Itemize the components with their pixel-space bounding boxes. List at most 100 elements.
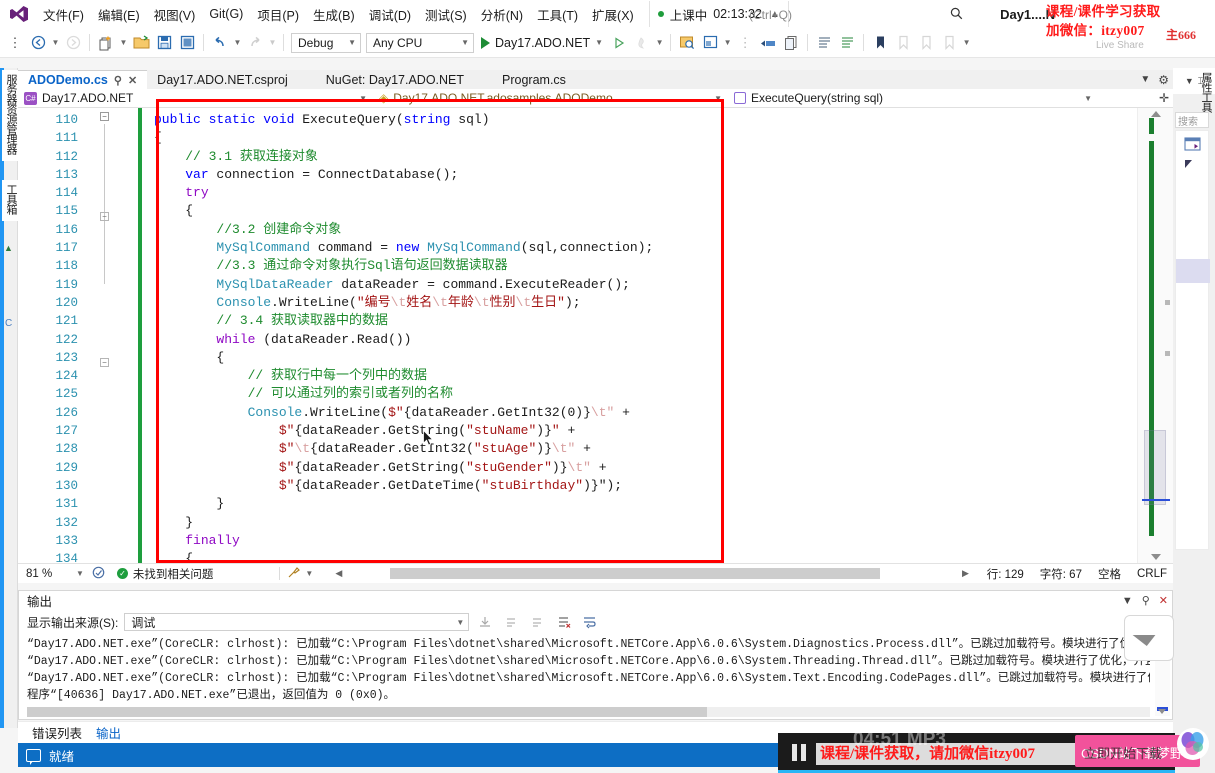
- code-line[interactable]: Console.WriteLine("编号\t姓名\t年龄\t性别\t生日");: [154, 294, 1137, 312]
- code-line[interactable]: $"{dataReader.GetDateTime("stuBirthday")…: [154, 477, 1137, 495]
- code-line[interactable]: $"{dataReader.GetString("stuGender")}\t"…: [154, 459, 1137, 477]
- bookmark-icon[interactable]: [869, 32, 891, 54]
- menu-item-tools[interactable]: 工具(T): [530, 1, 585, 28]
- quick-launch-search[interactable]: (Ctrl+Q): [745, 4, 967, 25]
- tree-expander-icon[interactable]: [1185, 160, 1192, 168]
- code-line[interactable]: while (dataReader.Read()): [154, 331, 1137, 349]
- menu-item-build[interactable]: 生成(B): [306, 1, 362, 28]
- toolbar-overflow-icon[interactable]: ▼: [961, 32, 972, 54]
- code-line[interactable]: $"\t{dataReader.GetInt32("stuAge")}\t" +: [154, 440, 1137, 458]
- toggle-word-wrap-icon[interactable]: [579, 613, 599, 632]
- right-dock-selected-row[interactable]: [1176, 259, 1210, 283]
- outlining-column[interactable]: − − −: [96, 108, 116, 563]
- go-to-previous-icon[interactable]: [501, 613, 521, 632]
- code-text-area[interactable]: public static void ExecuteQuery(string s…: [154, 108, 1137, 563]
- navbar-type-combo[interactable]: ◈ Day17.ADO.NET.adosamples.ADODemo ▼: [373, 89, 728, 108]
- code-line[interactable]: Console.WriteLine($"{dataReader.GetInt32…: [154, 404, 1137, 422]
- chevron-down-icon-2[interactable]: ▼: [461, 38, 469, 47]
- output-scroll-down-icon[interactable]: [1158, 709, 1166, 714]
- assistant-orb-icon[interactable]: [1176, 727, 1210, 761]
- zoom-level[interactable]: 81 %: [18, 568, 76, 580]
- scroll-up-arrow-icon[interactable]: [1151, 111, 1161, 117]
- tab-nuget[interactable]: NuGet: Day17.ADO.NET: [297, 70, 475, 89]
- code-line[interactable]: {: [154, 202, 1137, 220]
- collapse-toggle-icon-2[interactable]: −: [100, 212, 109, 221]
- menu-item-view[interactable]: 视图(V): [147, 1, 203, 28]
- search-icon[interactable]: [950, 7, 963, 23]
- close-icon[interactable]: ✕: [128, 74, 137, 87]
- code-line[interactable]: }: [154, 495, 1137, 513]
- save-all-icon[interactable]: [176, 32, 198, 54]
- pause-icon[interactable]: [792, 744, 808, 761]
- navigate-backward-caret-icon[interactable]: ▼: [50, 32, 61, 54]
- menu-item-edit[interactable]: 编辑(E): [91, 1, 147, 28]
- uncomment-icon[interactable]: [836, 32, 858, 54]
- code-cleanup-caret-icon[interactable]: ▼: [305, 569, 313, 578]
- assistant-floating-bubble[interactable]: [1124, 615, 1174, 661]
- menu-item-test[interactable]: 测试(S): [418, 1, 474, 28]
- indentation-label[interactable]: 空格: [1098, 566, 1121, 582]
- gear-icon[interactable]: ⚙: [1158, 73, 1169, 87]
- editor-horizontal-scrollbar-thumb[interactable]: [390, 568, 880, 579]
- code-line[interactable]: finally: [154, 532, 1137, 550]
- go-to-next-icon[interactable]: [527, 613, 547, 632]
- navigate-backward-icon[interactable]: [27, 32, 49, 54]
- code-line[interactable]: // 3.4 获取读取器中的数据: [154, 312, 1137, 330]
- undo-caret-icon[interactable]: ▼: [232, 32, 243, 54]
- code-line[interactable]: var connection = ConnectDatabase();: [154, 166, 1137, 184]
- menu-item-git[interactable]: Git(G): [202, 3, 250, 25]
- collapse-toggle-icon-3[interactable]: −: [100, 358, 109, 367]
- new-project-caret-icon[interactable]: ▼: [118, 32, 129, 54]
- collapse-toggle-icon[interactable]: −: [100, 112, 109, 121]
- output-horizontal-scrollbar[interactable]: [27, 707, 1150, 717]
- undo-icon[interactable]: [209, 32, 231, 54]
- menu-item-project[interactable]: 项目(P): [250, 1, 306, 28]
- toolbar-options-icon[interactable]: ⋮: [4, 32, 26, 54]
- new-project-icon[interactable]: [95, 32, 117, 54]
- tab-adodemo-cs[interactable]: ADODemo.cs ⚲ ✕: [18, 70, 148, 89]
- scroll-down-arrow-icon[interactable]: [1151, 554, 1161, 560]
- select-element-icon[interactable]: [676, 32, 698, 54]
- tab-program-cs[interactable]: Program.cs: [474, 70, 576, 89]
- intellicode-icon[interactable]: [92, 566, 105, 582]
- code-line[interactable]: {: [154, 349, 1137, 367]
- code-line[interactable]: MySqlCommand command = new MySqlCommand(…: [154, 239, 1137, 257]
- code-editor[interactable]: 110 111 112 113 114 115 116 117 118 119 120 121 122 1…: [18, 108, 1173, 563]
- step-into-icon[interactable]: [757, 32, 779, 54]
- save-icon[interactable]: [153, 32, 175, 54]
- panel-menu-caret-icon[interactable]: ▼: [1122, 595, 1133, 607]
- solution-node-icon[interactable]: [1184, 137, 1201, 154]
- live-visual-tree-icon[interactable]: [699, 32, 721, 54]
- clear-all-icon[interactable]: [553, 613, 573, 632]
- split-editor-icon[interactable]: ✛: [1159, 91, 1169, 105]
- open-file-icon[interactable]: [130, 32, 152, 54]
- navbar-member-combo[interactable]: ExecuteQuery(string sql) ▼: [728, 89, 1098, 108]
- copy-icon[interactable]: [780, 32, 802, 54]
- chevron-down-icon-member[interactable]: ▼: [1084, 94, 1092, 103]
- chevron-down-icon-project[interactable]: ▼: [359, 94, 367, 103]
- hot-reload-caret-icon[interactable]: ▼: [654, 32, 665, 54]
- code-line[interactable]: {: [154, 129, 1137, 147]
- bottom-tab-error-list[interactable]: 错误列表: [32, 723, 82, 742]
- code-line[interactable]: // 获取行中每一个列中的数据: [154, 367, 1137, 385]
- menu-item-debug[interactable]: 调试(D): [362, 1, 418, 28]
- run-target-caret-icon[interactable]: ▼: [595, 38, 603, 47]
- bottom-tab-output[interactable]: 输出: [96, 723, 121, 742]
- code-line[interactable]: // 3.1 获取连接对象: [154, 148, 1137, 166]
- solution-configuration-combo[interactable]: Debug ▼: [291, 32, 361, 53]
- code-line[interactable]: //3.2 创建命令对象: [154, 221, 1137, 239]
- scrollbar-thumb[interactable]: [1144, 430, 1166, 505]
- tab-csproj[interactable]: Day17.ADO.NET.csproj: [147, 70, 298, 89]
- right-dock-caret-icon[interactable]: ▼: [1185, 76, 1194, 86]
- code-line[interactable]: //3.3 通过命令对象执行Sql语句返回数据读取器: [154, 257, 1137, 275]
- code-line[interactable]: public static void ExecuteQuery(string s…: [154, 111, 1137, 129]
- menu-item-extensions[interactable]: 扩展(X): [585, 1, 641, 28]
- code-cleanup-icon[interactable]: [287, 566, 301, 582]
- chevron-down-icon-type[interactable]: ▼: [714, 94, 722, 103]
- comment-icon[interactable]: [813, 32, 835, 54]
- code-line[interactable]: $"{dataReader.GetString("stuName")}" +: [154, 422, 1137, 440]
- editor-vertical-scrollbar[interactable]: [1137, 108, 1173, 563]
- line-ending-label[interactable]: CRLF: [1137, 568, 1167, 580]
- code-line[interactable]: }: [154, 514, 1137, 532]
- solution-platform-combo[interactable]: Any CPU ▼: [366, 32, 474, 53]
